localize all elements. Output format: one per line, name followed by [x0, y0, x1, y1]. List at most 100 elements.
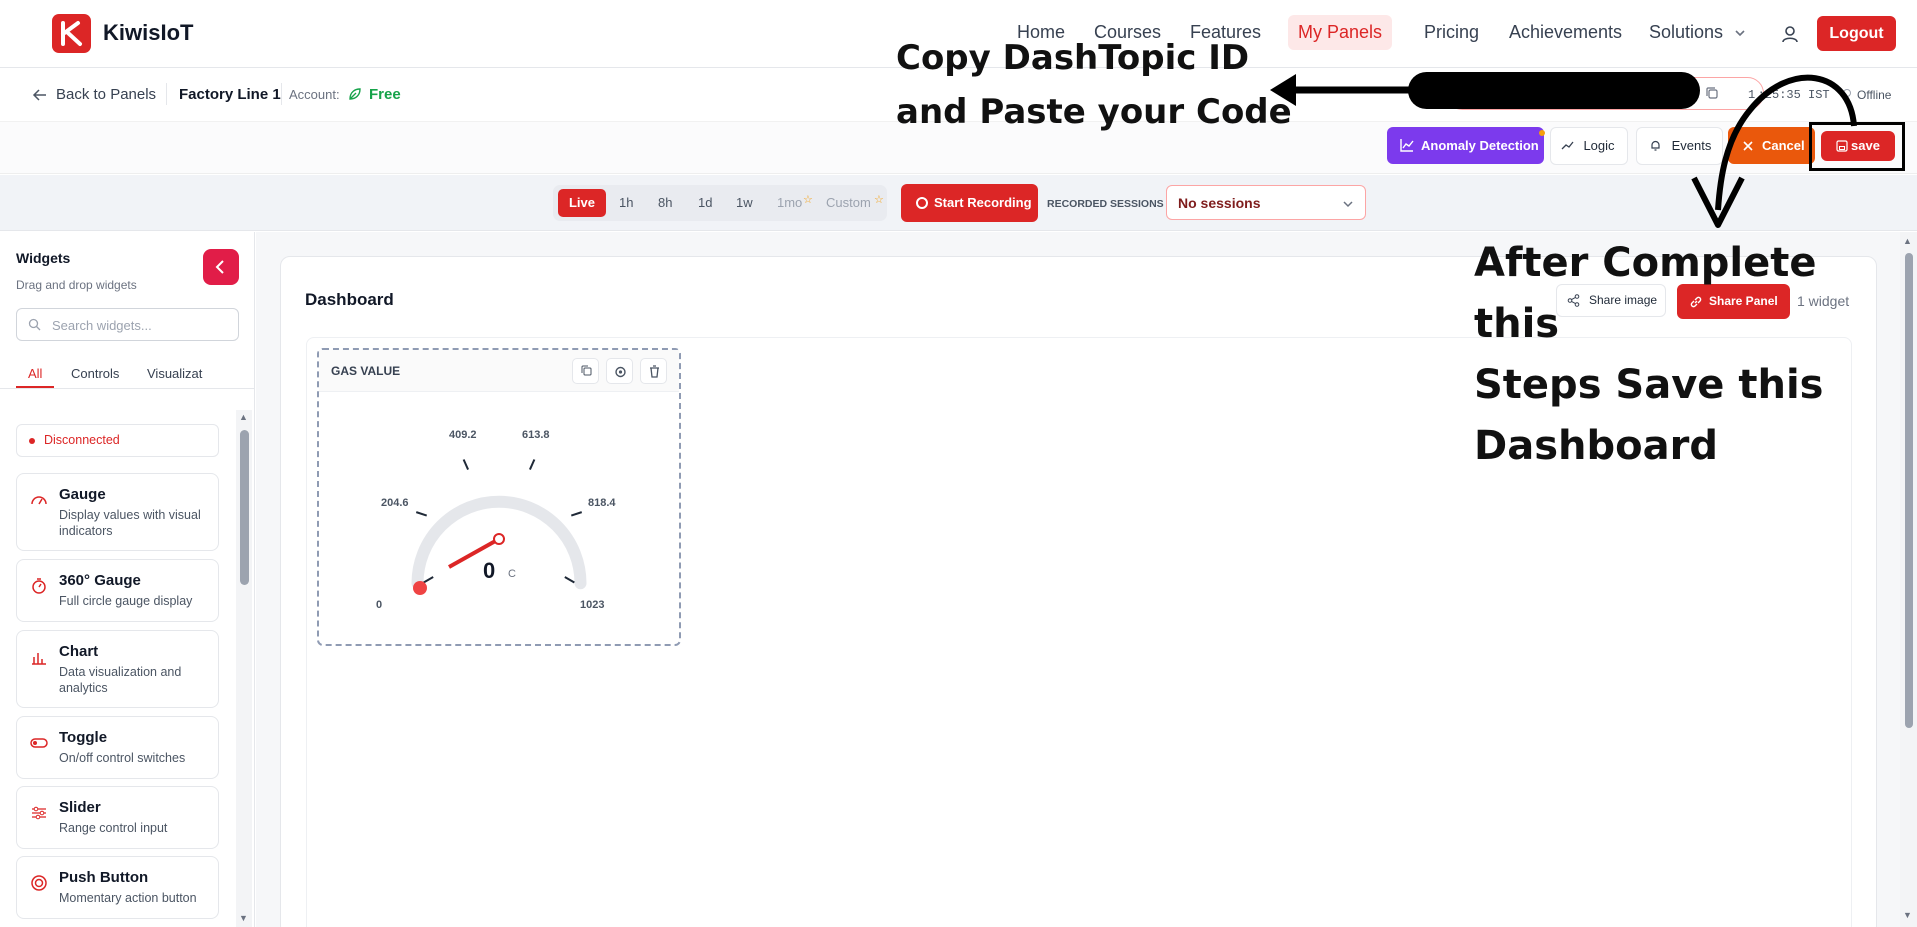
gauge-value-dot: [413, 581, 427, 595]
plan-badge: Free: [369, 86, 401, 103]
collapse-sidebar-button[interactable]: [203, 249, 239, 285]
target-icon: [30, 874, 48, 892]
tab-visualization[interactable]: Visualizat: [147, 366, 202, 381]
tick-label: 613.8: [522, 429, 550, 441]
widget-title: 360° Gauge: [59, 572, 141, 589]
gauge-value: 0: [483, 558, 496, 583]
widget-slider[interactable]: Slider Range control input: [16, 786, 219, 849]
gauge-unit: C: [508, 568, 516, 580]
annotation-line: After Complete this: [1474, 240, 1817, 347]
nav-pricing[interactable]: Pricing: [1424, 22, 1479, 43]
widget-chart[interactable]: Chart Data visualization and analytics: [16, 630, 219, 708]
tick-label: 0: [376, 599, 383, 611]
widget-desc: Range control input: [59, 821, 168, 835]
logout-button[interactable]: Logout: [1817, 16, 1896, 51]
page-scrollbar-thumb[interactable]: [1905, 253, 1913, 728]
range-custom[interactable]: Custom: [826, 195, 871, 210]
back-to-panels-link[interactable]: Back to Panels: [56, 86, 156, 103]
kiwis-logo[interactable]: [52, 14, 91, 53]
trend-icon: [1561, 139, 1574, 157]
range-8h[interactable]: 8h: [658, 195, 672, 210]
star-icon: ☆: [874, 194, 884, 206]
tab-all[interactable]: All: [28, 366, 42, 381]
divider: [281, 83, 282, 105]
gauge-tick: [415, 511, 428, 517]
duplicate-widget-button[interactable]: [572, 358, 599, 384]
gauge-tick: [528, 459, 536, 470]
widget-desc: Display values with visual indicators: [59, 508, 201, 538]
widget-desc: Full circle gauge display: [59, 594, 193, 608]
widget-push-button[interactable]: Push Button Momentary action button: [16, 856, 219, 919]
bar-chart-icon: [30, 648, 48, 666]
gauge-tick: [462, 459, 470, 470]
sessions-value: No sessions: [1178, 195, 1261, 211]
widget-360-gauge[interactable]: 360° Gauge Full circle gauge display: [16, 559, 219, 622]
gauge-icon: [30, 491, 48, 509]
gauge-tick: [564, 576, 575, 584]
scroll-up-icon[interactable]: ▲: [239, 412, 248, 422]
account-label: Account:: [289, 87, 340, 102]
start-recording-label: Start Recording: [934, 195, 1032, 210]
widget-settings-button[interactable]: [606, 358, 633, 384]
delete-widget-button[interactable]: [640, 358, 667, 384]
scroll-down-icon[interactable]: ▼: [239, 913, 248, 923]
chart-line-icon: [1400, 138, 1414, 157]
widget-desc: Momentary action button: [59, 891, 197, 905]
recorded-sessions-label: RECORDED SESSIONS: [1047, 198, 1164, 210]
brand-name[interactable]: KiwisIoT: [103, 20, 193, 46]
arrow-left-icon[interactable]: [32, 87, 48, 108]
tick-label: 818.4: [588, 497, 616, 509]
scrollbar-thumb[interactable]: [240, 430, 249, 585]
annotation-line: Dashboard: [1474, 423, 1718, 469]
widget-title: Toggle: [59, 729, 108, 746]
annotation-curved-arrow: [1691, 74, 1857, 228]
range-1d[interactable]: 1d: [698, 195, 712, 210]
redacted-dashtopic-id: [1408, 72, 1700, 109]
widget-desc: Data visualization and analytics: [59, 665, 182, 695]
widget-title: Chart: [59, 643, 99, 660]
tick-label: 204.6: [381, 497, 409, 509]
search-icon: [28, 318, 41, 336]
star-icon: ☆: [803, 194, 813, 206]
anomaly-label: Anomaly Detection: [1421, 138, 1539, 153]
widget-title: GAS VALUE: [331, 364, 401, 378]
widget-title: Gauge: [59, 486, 106, 503]
tick-label: 409.2: [449, 429, 477, 441]
gauge-tick: [423, 576, 434, 584]
tab-controls[interactable]: Controls: [71, 366, 119, 381]
widget-gauge[interactable]: Gauge Display values with visual indicat…: [16, 473, 219, 551]
scroll-up-icon[interactable]: ▲: [1903, 236, 1912, 246]
record-icon: [916, 197, 928, 209]
bell-icon: [1649, 139, 1662, 157]
trash-icon: [650, 365, 659, 378]
scroll-down-icon[interactable]: ▼: [1903, 910, 1912, 920]
dashboard-title: Dashboard: [305, 290, 394, 309]
widget-toggle[interactable]: Toggle On/off control switches: [16, 716, 219, 779]
nav-my-panels[interactable]: My Panels: [1288, 15, 1392, 50]
widget-desc: On/off control switches: [59, 751, 186, 765]
connection-status: Disconnected: [44, 433, 120, 447]
user-icon[interactable]: [1780, 24, 1800, 49]
sliders-icon: [30, 804, 48, 822]
gauge-widget[interactable]: GAS VALUE 0 204.6 409.2 613.8 818.4 1023…: [317, 348, 681, 646]
range-live[interactable]: Live: [558, 189, 606, 217]
chevron-down-icon[interactable]: [1734, 26, 1746, 44]
annotation-copy-id: Copy DashTopic ID and Paste your Code: [896, 28, 1296, 142]
range-1mo[interactable]: 1mo: [777, 195, 802, 210]
nav-achievements[interactable]: Achievements: [1509, 22, 1622, 43]
annotation-line: and Paste your Code: [896, 92, 1292, 132]
leaf-icon: [348, 87, 362, 106]
nav-solutions[interactable]: Solutions: [1649, 22, 1723, 43]
gauge-tick: [570, 511, 583, 517]
widget-title: Slider: [59, 799, 101, 816]
toggle-icon: [30, 734, 48, 752]
chevron-left-icon: [215, 260, 224, 274]
gear-icon: [615, 366, 626, 378]
chevron-down-icon[interactable]: [1342, 197, 1354, 215]
logic-label: Logic: [1583, 138, 1615, 153]
widgets-sidebar: Widgets Drag and drop widgets Search wid…: [0, 232, 255, 927]
range-1h[interactable]: 1h: [619, 195, 633, 210]
range-1w[interactable]: 1w: [736, 195, 753, 210]
sidebar-title: Widgets: [16, 250, 71, 266]
pro-star-icon: [1539, 130, 1545, 136]
